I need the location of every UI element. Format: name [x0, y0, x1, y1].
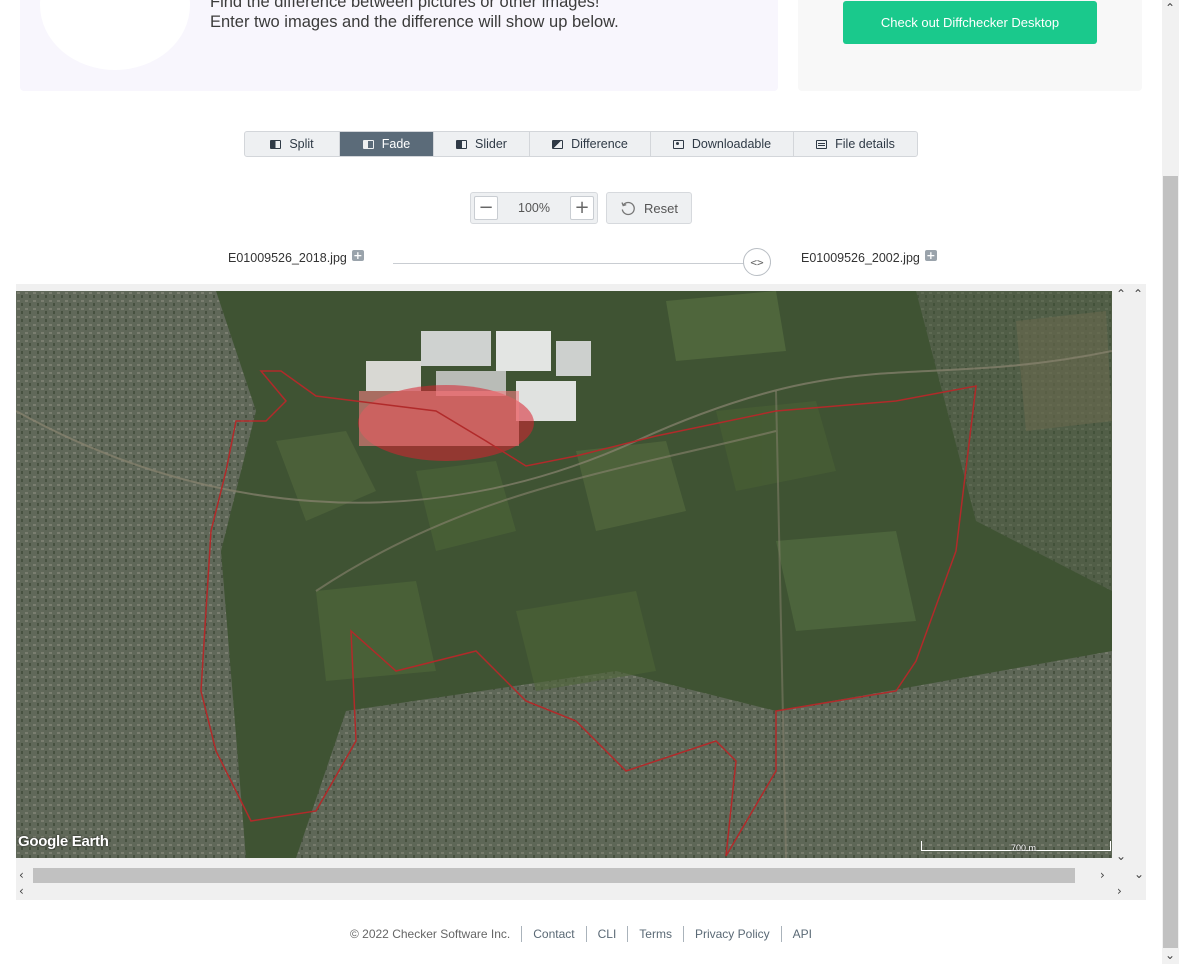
- tab-label: Downloadable: [691, 137, 772, 151]
- desktop-cta-button[interactable]: Check out Diffchecker Desktop: [843, 1, 1097, 44]
- scroll-right-arrow-icon[interactable]: ›: [1100, 869, 1105, 881]
- zoom-out-button[interactable]: −: [474, 196, 498, 220]
- left-file-label: E01009526_2018.jpg +: [228, 250, 364, 265]
- slider-view-icon: [456, 139, 468, 149]
- horizontal-scroll-thumb[interactable]: [33, 868, 1075, 883]
- reset-label: Reset: [644, 200, 678, 216]
- fade-view-icon: [362, 139, 374, 149]
- footer-divider: [585, 926, 587, 942]
- footer-divider: [627, 926, 629, 942]
- footer-copyright: © 2022 Checker Software Inc.: [349, 927, 511, 941]
- zoom-control: − 100% +: [470, 192, 598, 224]
- zoom-level: 100%: [518, 201, 550, 215]
- file-details-icon: [816, 139, 828, 149]
- add-right-file-icon[interactable]: +: [924, 250, 937, 261]
- scroll-down-arrow-icon[interactable]: ⌄: [1116, 850, 1126, 862]
- map-scale-label: 700 m: [1011, 843, 1037, 853]
- left-file-name: E01009526_2018.jpg: [228, 251, 347, 265]
- view-mode-tabs: Split Fade Slider Difference Downloadabl…: [244, 131, 918, 157]
- right-file-name: E01009526_2002.jpg: [801, 251, 920, 265]
- intro-card: Find the difference between pictures or …: [20, 0, 778, 91]
- tab-label: Slider: [475, 137, 507, 151]
- difference-view-icon: [552, 139, 564, 149]
- right-file-label: E01009526_2002.jpg +: [801, 250, 937, 265]
- reset-zoom-button[interactable]: Reset: [606, 192, 692, 224]
- footer-divider: [682, 926, 684, 942]
- tab-label: Difference: [571, 137, 628, 151]
- desktop-promo-card: Check out Diffchecker Desktop: [798, 0, 1142, 91]
- tab-downloadable[interactable]: Downloadable: [651, 132, 794, 156]
- reset-icon: [621, 201, 635, 216]
- tab-file-details[interactable]: File details: [794, 132, 917, 156]
- scroll-up-arrow-icon-2[interactable]: ⌃: [1133, 288, 1143, 300]
- footer-divider: [521, 926, 523, 942]
- outer-scroll-right-arrow-icon[interactable]: ›: [1117, 885, 1122, 897]
- add-left-file-icon[interactable]: +: [351, 250, 364, 261]
- fade-slider-handle[interactable]: <>: [743, 248, 771, 276]
- footer-link-contact[interactable]: Contact: [533, 927, 574, 941]
- tab-label: File details: [835, 137, 895, 151]
- image-viewer: Google Earth 700 m ⌃ ⌃ ⌄ ‹ › ‹ › ⌄: [16, 284, 1146, 900]
- footer-divider: [780, 926, 782, 942]
- page-scroll-thumb[interactable]: [1163, 176, 1178, 948]
- page-vertical-scrollbar[interactable]: ⌃ ⌄: [1162, 0, 1179, 964]
- download-view-icon: [672, 139, 684, 149]
- footer-link-terms[interactable]: Terms: [639, 927, 672, 941]
- intro-illustration-circle: [40, 0, 190, 70]
- scroll-up-arrow-icon[interactable]: ⌃: [1116, 288, 1126, 300]
- intro-line-1: Find the difference between pictures or …: [210, 0, 600, 11]
- viewer-horizontal-scrollbar[interactable]: ‹ ›: [16, 866, 1136, 884]
- footer: © 2022 Checker Software Inc. Contact CLI…: [0, 926, 1162, 942]
- fade-slider-track[interactable]: [393, 263, 771, 264]
- tab-split[interactable]: Split: [245, 132, 340, 156]
- tab-fade[interactable]: Fade: [340, 132, 434, 156]
- tab-label: Fade: [381, 137, 411, 151]
- outer-scroll-left-arrow-icon[interactable]: ‹: [19, 885, 24, 897]
- satellite-map-graphic: [16, 291, 1112, 858]
- satellite-image: Google Earth 700 m: [16, 291, 1112, 858]
- viewer-vertical-scrollbar[interactable]: ⌃ ⌃ ⌄: [1112, 284, 1146, 864]
- tab-slider[interactable]: Slider: [434, 132, 530, 156]
- footer-link-privacy[interactable]: Privacy Policy: [695, 927, 770, 941]
- footer-link-api[interactable]: API: [793, 927, 812, 941]
- zoom-in-button[interactable]: +: [569, 196, 594, 220]
- page-scroll-down-arrow-icon[interactable]: ⌄: [1165, 949, 1175, 961]
- diffchecker-image-page: Find the difference between pictures or …: [0, 0, 1179, 964]
- intro-line-2: Enter two images and the difference will…: [210, 13, 619, 31]
- footer-link-cli[interactable]: CLI: [598, 927, 617, 941]
- page-scroll-up-arrow-icon[interactable]: ⌃: [1165, 2, 1175, 14]
- intro-description: Find the difference between pictures or …: [210, 0, 619, 32]
- tab-difference[interactable]: Difference: [530, 132, 651, 156]
- outer-scroll-down-arrow-icon[interactable]: ⌄: [1134, 868, 1144, 880]
- google-earth-watermark: Google Earth: [18, 833, 109, 850]
- scroll-left-arrow-icon[interactable]: ‹: [19, 869, 24, 881]
- split-view-icon: [270, 139, 282, 149]
- tab-label: Split: [289, 137, 314, 151]
